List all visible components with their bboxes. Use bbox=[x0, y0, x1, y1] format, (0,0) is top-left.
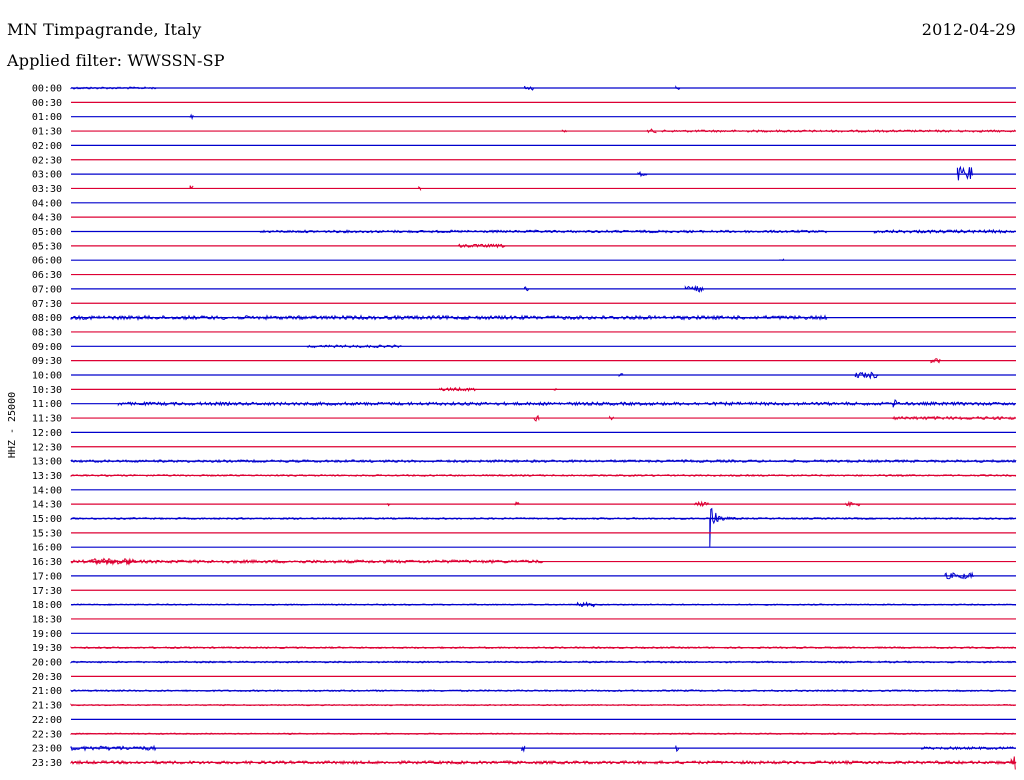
y-axis-label: HHZ - 25000 bbox=[7, 392, 18, 458]
row-time-label: 13:30 bbox=[32, 471, 62, 482]
helicorder-plot: 00:00 00:30 01:00 01:30 02:00 02:30 03:00 03:30… bbox=[7, 84, 1017, 770]
row-time-label: 06:00 bbox=[32, 256, 62, 267]
row-time-label: 09:30 bbox=[32, 356, 62, 367]
row-time-label: 18:00 bbox=[32, 600, 62, 611]
row-time-label: 14:30 bbox=[32, 500, 62, 511]
row-time-label: 16:30 bbox=[32, 557, 62, 568]
trace-signal bbox=[189, 113, 194, 121]
row-time-label: 08:00 bbox=[32, 313, 62, 324]
row-time-label: 01:00 bbox=[32, 112, 62, 123]
trace-signal bbox=[779, 258, 785, 262]
row-time-label: 01:30 bbox=[32, 127, 62, 138]
row-time-label: 11:00 bbox=[32, 399, 62, 410]
row-time-label: 12:30 bbox=[32, 442, 62, 453]
row-time-label: 10:30 bbox=[32, 385, 62, 396]
row-time-label: 04:30 bbox=[32, 213, 62, 224]
row-time-label: 09:00 bbox=[32, 342, 62, 353]
row-time-label: 07:30 bbox=[32, 299, 62, 310]
row-time-label: 17:30 bbox=[32, 586, 62, 597]
row-time-label: 02:00 bbox=[32, 141, 62, 152]
row-time-label: 23:30 bbox=[32, 758, 62, 769]
row-time-label: 08:30 bbox=[32, 327, 62, 338]
trace-signal bbox=[892, 415, 1016, 421]
row-time-label: 15:00 bbox=[32, 514, 62, 525]
trace-signal bbox=[709, 507, 739, 547]
row-time-label: 23:00 bbox=[32, 744, 62, 755]
row-time-label: 03:30 bbox=[32, 184, 62, 195]
row-time-label: 02:30 bbox=[32, 155, 62, 166]
trace-signal bbox=[694, 500, 709, 508]
row-time-label: 20:30 bbox=[32, 672, 62, 683]
row-time-label: 21:30 bbox=[32, 701, 62, 712]
row-time-label: 11:30 bbox=[32, 414, 62, 425]
row-time-label: 14:00 bbox=[32, 485, 62, 496]
trace-signal bbox=[306, 344, 402, 349]
trace-signal bbox=[70, 759, 1017, 766]
row-time-label: 19:00 bbox=[32, 629, 62, 640]
row-time-label: 04:00 bbox=[32, 198, 62, 209]
row-time-label: 05:00 bbox=[32, 227, 62, 238]
row-time-label: 03:00 bbox=[32, 170, 62, 181]
row-time-label: 15:30 bbox=[32, 528, 62, 539]
row-time-label: 21:00 bbox=[32, 686, 62, 697]
row-time-label: 17:00 bbox=[32, 571, 62, 582]
row-time-label: 06:30 bbox=[32, 270, 62, 281]
trace-signal bbox=[521, 745, 526, 753]
row-time-label: 12:00 bbox=[32, 428, 62, 439]
row-time-label: 19:30 bbox=[32, 643, 62, 654]
trace-signal bbox=[70, 314, 828, 321]
row-time-label: 05:30 bbox=[32, 241, 62, 252]
trace-signal bbox=[70, 86, 157, 90]
row-time-label: 07:00 bbox=[32, 284, 62, 295]
row-time-label: 20:00 bbox=[32, 658, 62, 669]
row-time-label: 13:00 bbox=[32, 457, 62, 468]
trace-signal bbox=[921, 745, 1016, 751]
row-time-label: 16:00 bbox=[32, 543, 62, 554]
row-time-label: 18:30 bbox=[32, 614, 62, 625]
row-time-label: 10:00 bbox=[32, 371, 62, 382]
row-time-label: 22:30 bbox=[32, 729, 62, 740]
row-time-label: 00:30 bbox=[32, 98, 62, 109]
row-time-label: 00:00 bbox=[32, 84, 62, 95]
trace-signal bbox=[637, 170, 648, 178]
row-time-label: 22:00 bbox=[32, 715, 62, 726]
